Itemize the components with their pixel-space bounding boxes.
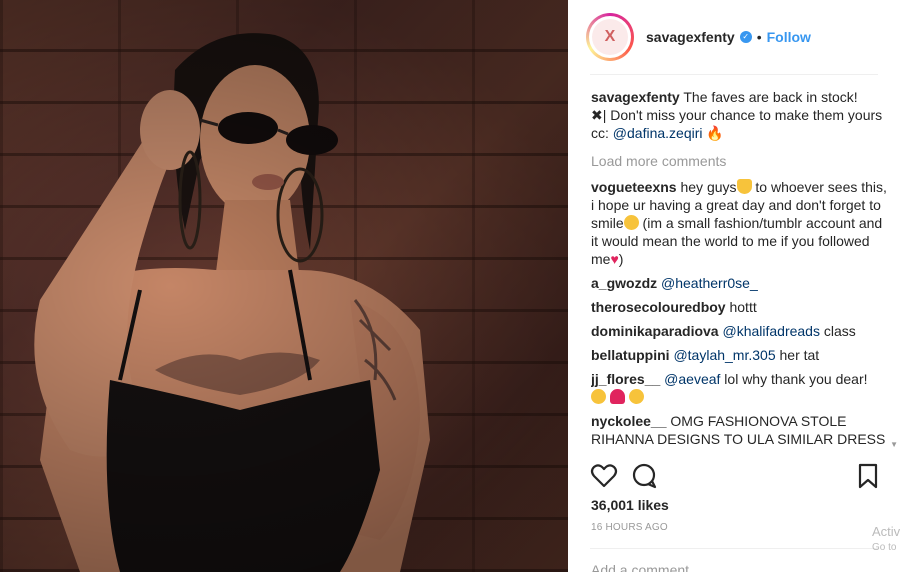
list-item: a_gwozdz @heatherr0se_ [591, 274, 891, 292]
add-comment-input[interactable]: Add a comment... [591, 562, 701, 572]
comments-list[interactable]: savagexfenty The faves are back in stock… [591, 88, 891, 456]
crossed-swords-icon: ✖ [591, 107, 603, 123]
list-item: vogueteexns hey guys to whoever sees thi… [591, 178, 891, 268]
scroll-down-arrow-icon[interactable]: ▼ [890, 440, 898, 449]
action-bar [590, 460, 882, 492]
list-item: nyckolee__ OMG FASHIONOVA STOLE RIHANNA … [591, 412, 891, 448]
post-header: X savagexfenty ✓ • Follow [568, 0, 900, 74]
fire-icon: 🔥 [706, 125, 724, 141]
comment-divider [590, 548, 878, 549]
list-item: therosecolouredboy hottt [591, 298, 891, 316]
comment-text: her tat [779, 347, 820, 363]
comment-icon[interactable] [630, 462, 658, 490]
separator-dot: • [756, 29, 762, 45]
caption-cc: cc: [591, 125, 609, 141]
comment-mention[interactable]: @khalifadreads [722, 323, 820, 339]
avatar[interactable]: X [586, 13, 634, 61]
watermark-line1: Activ [872, 524, 900, 539]
comment-text: hey guys [680, 179, 737, 195]
verified-badge-icon: ✓ [739, 31, 752, 43]
watermark-line2: Go to [872, 542, 897, 553]
load-more-comments-link[interactable]: Load more comments [591, 152, 891, 170]
heart-icon[interactable] [590, 462, 618, 490]
comment-text: hottt [729, 299, 757, 315]
follow-button[interactable]: Follow [767, 29, 811, 45]
bookmark-icon[interactable] [854, 462, 882, 490]
caption-username[interactable]: savagexfenty [591, 89, 680, 105]
header-username[interactable]: savagexfenty [646, 29, 735, 45]
caption-mention[interactable]: @dafina.zeqiri [613, 125, 703, 141]
comment-username[interactable]: dominikaparadiova [591, 323, 719, 339]
comment-text: lol why thank you dear! [724, 371, 868, 387]
likes-count[interactable]: 36,001 likes [591, 497, 669, 513]
avatar-glyph: X [604, 28, 616, 45]
comment-mention[interactable]: @aeveaf [664, 371, 720, 387]
comment-username[interactable]: a_gwozdz [591, 275, 657, 291]
comment-mention[interactable]: @taylah_mr.305 [673, 347, 775, 363]
comment-username[interactable]: nyckolee__ [591, 413, 667, 429]
caption-line1: The faves are back in stock! [683, 89, 858, 105]
post-timestamp: 16 HOURS AGO [591, 522, 668, 533]
avatar-frame: X [589, 16, 631, 58]
caption: savagexfenty The faves are back in stock… [591, 88, 891, 142]
comment-username[interactable]: vogueteexns [591, 179, 677, 195]
post-photo[interactable] [0, 0, 568, 572]
comment-username[interactable]: bellatuppini [591, 347, 670, 363]
smile-icon [623, 215, 639, 230]
heart-emoji-icon [609, 389, 625, 404]
list-item: bellatuppini @taylah_mr.305 her tat [591, 346, 891, 364]
avatar-logo: X [592, 19, 628, 55]
red-heart-icon: ♥ [610, 251, 619, 267]
heart-eyes-icon [628, 389, 644, 404]
caption-line2: | Don't miss your chance to make them yo… [602, 107, 883, 123]
list-item: dominikaparadiova @khalifadreads class [591, 322, 891, 340]
list-item: jj_flores__ @aeveaf lol why thank you de… [591, 370, 891, 406]
comment-mention[interactable]: @heatherr0se_ [661, 275, 758, 291]
crying-face-icon [591, 389, 606, 404]
comment-username[interactable]: therosecolouredboy [591, 299, 726, 315]
vignette [0, 0, 568, 572]
comment-text: ) [618, 251, 624, 267]
comment-text: class [823, 323, 856, 339]
yellow-heart-icon [736, 179, 752, 194]
post-panel: X savagexfenty ✓ • Follow savagexfenty T… [568, 0, 900, 572]
activate-windows-watermark: Activ Go to [872, 524, 900, 556]
comment-username[interactable]: jj_flores__ [591, 371, 660, 387]
header-divider [590, 74, 878, 75]
